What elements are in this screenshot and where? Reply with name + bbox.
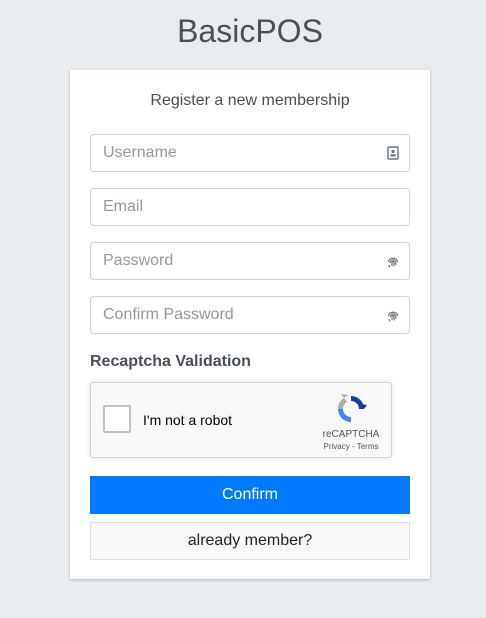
confirm-password-field (90, 296, 410, 334)
username-input[interactable] (91, 135, 385, 171)
recaptcha-brand: reCAPTCHA (322, 429, 380, 440)
email-input[interactable] (91, 189, 385, 225)
already-member-button[interactable]: already member? (90, 522, 410, 560)
logo-light-text: POS (255, 13, 323, 49)
password-input[interactable] (91, 243, 385, 279)
email-field (90, 188, 410, 226)
confirm-password-input[interactable] (91, 297, 385, 333)
confirm-button[interactable]: Confirm (90, 476, 410, 514)
username-field (90, 134, 410, 172)
register-card: Register a new membership Recaptcha Vali… (70, 70, 430, 579)
recaptcha-checkbox-label: I'm not a robot (143, 412, 233, 428)
logo-bold-text: Basic (177, 13, 256, 49)
recaptcha-checkbox[interactable] (103, 405, 131, 433)
id-card-icon (387, 146, 399, 160)
recaptcha-privacy-terms-links[interactable]: Privacy - Terms (313, 442, 389, 451)
card-title: Register a new membership (150, 92, 350, 109)
password-field (90, 242, 410, 280)
fingerprint-icon (387, 257, 399, 268)
recaptcha-widget: I'm not a robot reCAPTCHA Privacy - Term… (90, 382, 392, 458)
recaptcha-section-label: Recaptcha Validation (90, 353, 251, 370)
recaptcha-logo-icon (337, 394, 367, 422)
app-logo[interactable]: BasicPOS (0, 10, 486, 52)
fingerprint-icon (387, 311, 399, 322)
